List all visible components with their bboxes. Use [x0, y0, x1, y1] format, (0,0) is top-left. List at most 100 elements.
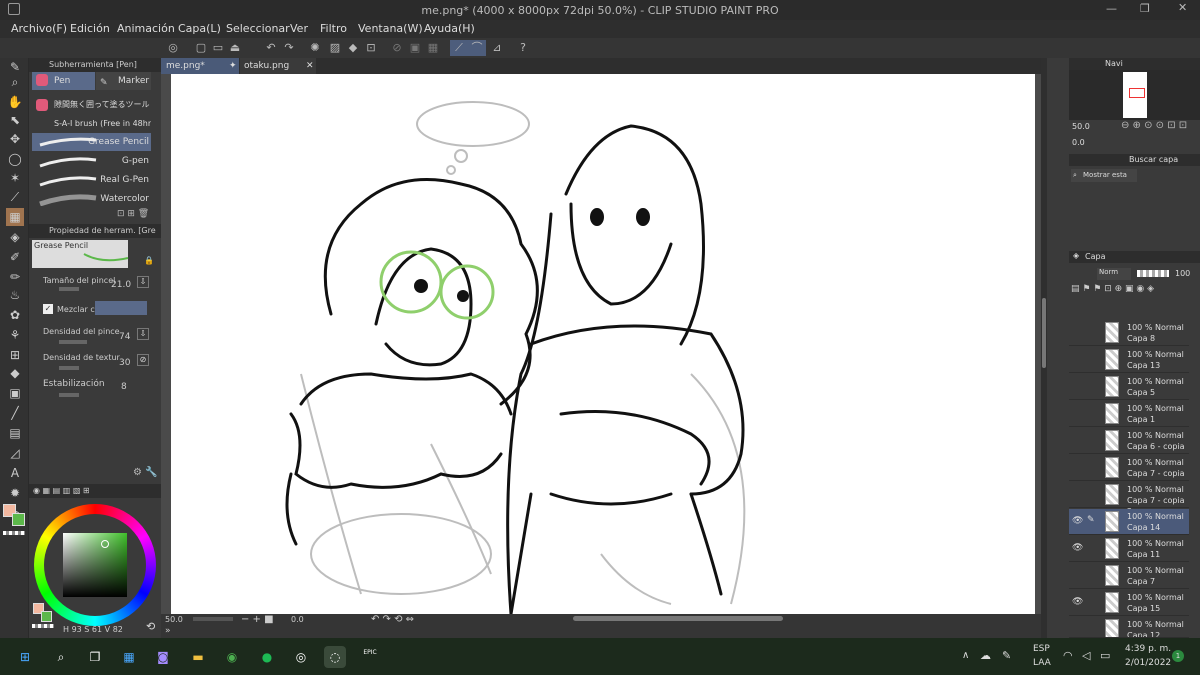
- perspective-icon[interactable]: ⊿: [488, 40, 506, 56]
- visibility-eye-icon[interactable]: 👁: [1072, 543, 1083, 554]
- layer-row[interactable]: 100 % Normal Capa 12: [1069, 617, 1189, 638]
- transparent-swatch[interactable]: [3, 531, 25, 535]
- battery-icon[interactable]: ▭: [1100, 649, 1110, 662]
- layer-row[interactable]: 100 % Normal Capa 7 - copia: [1069, 455, 1189, 481]
- gradient-icon[interactable]: ▣: [6, 384, 24, 402]
- layer-row[interactable]: 100 % Normal Capa 13: [1069, 347, 1189, 373]
- zoom-readout[interactable]: 50.0: [165, 615, 183, 624]
- menu-capa[interactable]: Capa(L): [178, 22, 221, 35]
- menu-filtro[interactable]: Filtro: [320, 22, 347, 35]
- layer-row[interactable]: 100 % Normal Capa 7 - copia 2: [1069, 482, 1189, 516]
- blend-tool-icon[interactable]: ⚘: [6, 326, 24, 344]
- density-slider[interactable]: [59, 340, 87, 344]
- collapse-panel-icon[interactable]: »: [165, 626, 171, 636]
- clock-date[interactable]: 2/01/2022: [1125, 658, 1171, 668]
- deselect-icon[interactable]: ⊘: [388, 40, 406, 56]
- operation-tool-icon[interactable]: ⬉: [6, 111, 24, 129]
- line-tool-icon[interactable]: ╱: [6, 404, 24, 422]
- fill-tool-icon[interactable]: ◆: [6, 364, 24, 382]
- file-explorer-icon[interactable]: ▬: [187, 646, 209, 668]
- figure-icon[interactable]: ⊞: [6, 346, 24, 364]
- clip-studio-launcher-icon[interactable]: ◎: [290, 646, 312, 668]
- sub-color-swatch[interactable]: [12, 513, 25, 526]
- ruler-icon[interactable]: ◿: [6, 444, 24, 462]
- loading-icon[interactable]: ✺: [306, 40, 324, 56]
- visibility-eye-icon[interactable]: 👁: [1072, 516, 1083, 527]
- maximize-icon[interactable]: ❐: [1140, 2, 1150, 15]
- blend-mode-select[interactable]: Norm: [1097, 268, 1131, 280]
- menu-ayuda[interactable]: Ayuda(H): [424, 22, 475, 35]
- text-tool-icon[interactable]: A: [6, 464, 24, 482]
- tray-arrow-icon[interactable]: ∧: [962, 650, 969, 661]
- marker-icon[interactable]: ✏: [6, 268, 24, 286]
- angle-readout[interactable]: 0.0: [291, 615, 304, 624]
- menu-animacion[interactable]: Animación: [117, 22, 175, 35]
- onedrive-icon[interactable]: ☁: [980, 649, 991, 662]
- brush-watercolor[interactable]: Watercolor: [32, 190, 151, 208]
- brush-tool-icon[interactable]: ▦: [6, 208, 24, 226]
- property-settings-icon[interactable]: ⚙ 🔧: [133, 467, 158, 478]
- eraser-icon[interactable]: ◈: [6, 228, 24, 246]
- invert-selection-icon[interactable]: ▦: [424, 40, 442, 56]
- magic-wand-icon[interactable]: ✶: [6, 169, 24, 187]
- teams-chat-icon[interactable]: ◙: [152, 646, 174, 668]
- visibility-eye-icon[interactable]: 👁: [1072, 597, 1083, 608]
- open-file-icon[interactable]: ▭: [209, 40, 227, 56]
- saturation-value-square[interactable]: [63, 533, 127, 597]
- density-value[interactable]: 74: [119, 332, 130, 342]
- tab-pen[interactable]: Pen: [32, 72, 95, 90]
- clock-time[interactable]: 4:39 p. m.: [1125, 644, 1171, 654]
- layer-row[interactable]: 100 % Normal Capa 5: [1069, 374, 1189, 400]
- color-transparent-swatch[interactable]: [32, 624, 54, 628]
- rotation-controls-icon[interactable]: ↶ ↷ ⟲ ⇔: [371, 614, 414, 625]
- color-sub-swatch[interactable]: [41, 611, 52, 622]
- density-options-icon[interactable]: ⇩: [137, 328, 149, 340]
- navigator-angle[interactable]: 0.0: [1072, 138, 1085, 147]
- chrome-icon[interactable]: ◉: [221, 646, 243, 668]
- clip-studio-paint-icon[interactable]: ◌: [324, 646, 346, 668]
- color-cycle-icon[interactable]: ⟲: [146, 620, 155, 633]
- lock-icon[interactable]: 🔒: [144, 256, 154, 265]
- layer-row[interactable]: 100 % Normal Capa 6 - copia: [1069, 428, 1189, 454]
- start-icon[interactable]: ⊞: [14, 646, 36, 668]
- layer-row-selected[interactable]: 👁 ✎ 100 % Normal Capa 14: [1069, 509, 1189, 535]
- help-icon[interactable]: ?: [514, 40, 532, 56]
- search-taskbar-icon[interactable]: ⌕: [50, 646, 72, 668]
- crop-icon[interactable]: ▣: [406, 40, 424, 56]
- brush-sai[interactable]: S-A-I brush (Free in 48hrs): [32, 115, 151, 133]
- stabilization-value[interactable]: 8: [121, 382, 127, 392]
- minimize-icon[interactable]: —: [1106, 2, 1117, 15]
- menu-ventana[interactable]: Ventana(W): [358, 22, 423, 35]
- curve-snap-icon[interactable]: ⌒: [468, 40, 486, 56]
- opacity-value[interactable]: 100: [1175, 269, 1190, 278]
- color-picker-handle[interactable]: [101, 540, 109, 548]
- texture-options-icon[interactable]: ⊘: [137, 354, 149, 366]
- transform-icon[interactable]: ⊡: [362, 40, 380, 56]
- airbrush-icon[interactable]: ✐: [6, 248, 24, 266]
- menu-seleccionar[interactable]: Seleccionar: [226, 22, 290, 35]
- zoom-controls-icon[interactable]: − + ■: [241, 614, 274, 625]
- zoom-slider[interactable]: [193, 617, 233, 621]
- tab-otaku-close-icon[interactable]: ✕: [306, 58, 314, 74]
- menu-edicion[interactable]: Edición: [70, 22, 110, 35]
- lasso-tool-icon[interactable]: ◯: [6, 150, 24, 168]
- pen-tray-icon[interactable]: ✎: [1002, 649, 1011, 662]
- close-icon[interactable]: ✕: [1178, 1, 1187, 14]
- hand-tool-icon[interactable]: ✋: [6, 93, 24, 111]
- menu-archivo[interactable]: Archivo(F): [11, 22, 67, 35]
- horizontal-scrollbar[interactable]: [573, 616, 783, 621]
- task-view-icon[interactable]: ❐: [84, 646, 106, 668]
- navigator-buttons-icon[interactable]: ⊖ ⊕ ⊙ ⊙ ⊡ ⊡: [1121, 120, 1187, 131]
- tab-me-close-icon[interactable]: ✦: [229, 58, 237, 74]
- eyedropper-icon[interactable]: ⟋: [6, 188, 24, 206]
- size-slider[interactable]: [59, 287, 79, 291]
- mix-color-checkbox[interactable]: ✓: [43, 304, 53, 314]
- brush-fill-tool[interactable]: 隙間無く囲って塗るツール: [32, 96, 151, 114]
- volume-icon[interactable]: ◁: [1082, 649, 1090, 662]
- texture-density-value[interactable]: 30: [119, 358, 130, 368]
- widgets-icon[interactable]: ▦: [118, 646, 140, 668]
- mix-mode-buttons[interactable]: [95, 301, 147, 315]
- save-icon[interactable]: ⏏: [226, 40, 244, 56]
- spray-icon[interactable]: ♨: [6, 286, 24, 304]
- search-layer-input[interactable]: ⌕ Mostrar esta: [1071, 169, 1137, 182]
